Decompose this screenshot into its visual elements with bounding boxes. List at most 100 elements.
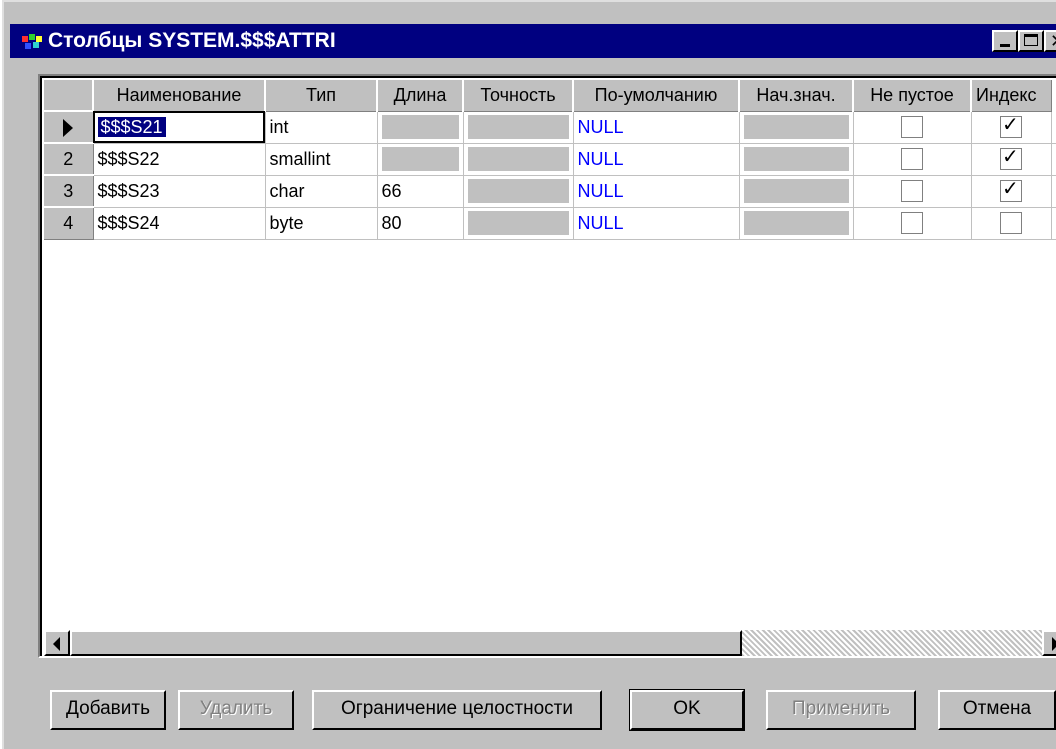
- column-header-precision[interactable]: Точность: [462, 78, 574, 112]
- column-header-name[interactable]: Наименование: [92, 78, 266, 112]
- cell-filler: [1051, 143, 1056, 176]
- row-header[interactable]: 2: [42, 142, 94, 176]
- cell-name-value: $$$S21: [97, 116, 166, 137]
- table-row[interactable]: 2 $$$S22 smallint NULL ✓: [42, 142, 1056, 176]
- row-header[interactable]: [42, 110, 94, 144]
- cell-name[interactable]: $$$S21: [93, 111, 266, 144]
- columns-grid[interactable]: Наименование Тип Длина Точность По-умолч…: [38, 74, 1056, 658]
- cell-type[interactable]: byte: [265, 207, 378, 240]
- grid-viewport: Наименование Тип Длина Точность По-умолч…: [42, 78, 1056, 656]
- cell-initial[interactable]: [739, 207, 854, 240]
- title-bar[interactable]: Столбцы SYSTEM.$$$ATTRI ✕: [10, 24, 1056, 58]
- app-icon: [22, 34, 42, 49]
- window-title: Столбцы SYSTEM.$$$ATTRI: [48, 29, 336, 52]
- disabled-cell: [467, 147, 569, 171]
- disabled-cell: [467, 211, 569, 235]
- close-icon: ✕: [1050, 32, 1056, 50]
- cell-initial[interactable]: [739, 111, 854, 144]
- not-null-checkbox[interactable]: [901, 180, 923, 202]
- cell-initial[interactable]: [739, 175, 854, 208]
- column-header-initial[interactable]: Нач.знач.: [738, 78, 854, 112]
- columns-table: Наименование Тип Длина Точность По-умолч…: [42, 78, 1056, 240]
- disabled-cell: [743, 179, 849, 203]
- cell-type[interactable]: char: [265, 175, 378, 208]
- table-row[interactable]: $$$S21 int NULL ✓: [42, 110, 1056, 144]
- cell-name-value: $$$S24: [97, 212, 160, 233]
- cell-default[interactable]: NULL: [573, 143, 740, 176]
- scroll-right-button[interactable]: [1042, 630, 1056, 656]
- not-null-checkbox[interactable]: [901, 116, 923, 138]
- cell-length[interactable]: [377, 111, 464, 144]
- arrow-right-icon: [1052, 637, 1056, 651]
- add-button[interactable]: Добавить: [50, 690, 166, 730]
- maximize-button[interactable]: [1018, 30, 1044, 52]
- cell-index[interactable]: ✓: [971, 143, 1052, 176]
- current-row-arrow-icon: [63, 118, 74, 137]
- dialog-window: Столбцы SYSTEM.$$$ATTRI ✕ Наименование: [2, 0, 1056, 749]
- column-header-default[interactable]: По-умолчанию: [572, 78, 740, 112]
- row-number: 3: [63, 180, 74, 201]
- row-header[interactable]: 3: [42, 174, 94, 208]
- ok-button[interactable]: OK: [629, 689, 745, 731]
- cell-name[interactable]: $$$S23: [93, 175, 266, 208]
- constraints-button[interactable]: Ограничение целостности: [312, 690, 602, 730]
- column-header-index[interactable]: Индекс: [970, 78, 1052, 112]
- horizontal-scrollbar[interactable]: [44, 630, 1056, 656]
- cell-precision[interactable]: [463, 111, 574, 144]
- cell-default[interactable]: NULL: [573, 175, 740, 208]
- header-row: Наименование Тип Длина Точность По-умолч…: [42, 78, 1056, 112]
- apply-button[interactable]: Применить: [766, 690, 916, 730]
- check-icon: ✓: [1002, 114, 1019, 136]
- cell-default[interactable]: NULL: [573, 207, 740, 240]
- cell-default[interactable]: NULL: [573, 111, 740, 144]
- cell-not-null[interactable]: [853, 111, 972, 144]
- minimize-button[interactable]: [992, 30, 1018, 52]
- column-header-not-null[interactable]: Не пустое: [852, 78, 972, 112]
- check-icon: ✓: [1002, 178, 1019, 200]
- index-checkbox[interactable]: ✓: [1000, 114, 1022, 138]
- row-number: 4: [63, 212, 74, 233]
- cell-name[interactable]: $$$S22: [93, 143, 266, 176]
- cell-precision[interactable]: [463, 143, 574, 176]
- index-checkbox[interactable]: [1000, 212, 1022, 234]
- cell-length[interactable]: 66: [377, 175, 464, 208]
- cell-filler: [1051, 175, 1056, 208]
- cell-index[interactable]: ✓: [971, 175, 1052, 208]
- cell-not-null[interactable]: [853, 207, 972, 240]
- close-button[interactable]: ✕: [1044, 30, 1056, 52]
- cell-precision[interactable]: [463, 175, 574, 208]
- not-null-checkbox[interactable]: [901, 148, 923, 170]
- cell-length[interactable]: [377, 143, 464, 176]
- disabled-cell: [743, 211, 849, 235]
- row-number: 2: [63, 148, 74, 169]
- cell-precision[interactable]: [463, 207, 574, 240]
- cancel-button[interactable]: Отмена: [938, 690, 1056, 730]
- index-checkbox[interactable]: ✓: [1000, 178, 1022, 202]
- column-header-type[interactable]: Тип: [264, 78, 378, 112]
- row-header[interactable]: 4: [42, 206, 94, 240]
- disabled-cell: [743, 147, 849, 171]
- cell-type[interactable]: smallint: [265, 143, 378, 176]
- cell-name[interactable]: $$$S24: [93, 207, 266, 240]
- cell-type[interactable]: int: [265, 111, 378, 144]
- table-row[interactable]: 3 $$$S23 char 66 NULL ✓: [42, 174, 1056, 208]
- column-header-length[interactable]: Длина: [376, 78, 464, 112]
- scroll-left-button[interactable]: [44, 630, 70, 656]
- cell-index[interactable]: [971, 207, 1052, 240]
- not-null-checkbox[interactable]: [901, 212, 923, 234]
- disabled-cell: [467, 115, 569, 139]
- cell-index[interactable]: ✓: [971, 111, 1052, 144]
- scroll-track[interactable]: [742, 630, 1042, 656]
- cell-not-null[interactable]: [853, 175, 972, 208]
- index-checkbox[interactable]: ✓: [1000, 146, 1022, 170]
- cell-length[interactable]: 80: [377, 207, 464, 240]
- delete-button[interactable]: Удалить: [178, 690, 294, 730]
- cell-filler: [1051, 111, 1056, 144]
- disabled-cell: [467, 179, 569, 203]
- minimize-icon: [1000, 44, 1010, 47]
- cell-not-null[interactable]: [853, 143, 972, 176]
- scroll-thumb[interactable]: [70, 630, 742, 656]
- corner-header[interactable]: [42, 78, 94, 112]
- table-row[interactable]: 4 $$$S24 byte 80 NULL: [42, 206, 1056, 240]
- cell-initial[interactable]: [739, 143, 854, 176]
